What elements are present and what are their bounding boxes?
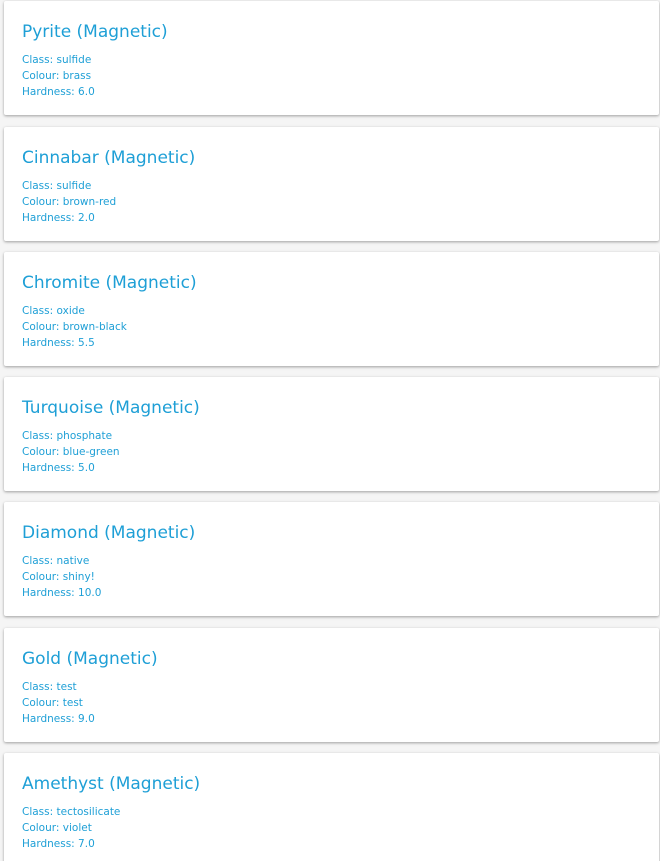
mineral-hardness: Hardness: 10.0 (22, 587, 102, 599)
mineral-card[interactable]: Gold (Magnetic) Class: test Colour: test… (4, 628, 659, 742)
mineral-class: Class: sulfide (22, 180, 92, 192)
mineral-colour: Colour: test (22, 697, 83, 709)
mineral-hardness: Hardness: 5.0 (22, 462, 95, 474)
mineral-card[interactable]: Chromite (Magnetic) Class: oxide Colour:… (4, 252, 659, 366)
mineral-colour: Colour: brown-red (22, 196, 117, 208)
mineral-card[interactable]: Amethyst (Magnetic) Class: tectosilicate… (4, 753, 659, 861)
mineral-title: Gold (Magnetic) (22, 649, 158, 669)
mineral-title: Turquoise (Magnetic) (22, 398, 200, 418)
mineral-card[interactable]: Diamond (Magnetic) Class: native Colour:… (4, 502, 659, 616)
mineral-class: Class: tectosilicate (22, 806, 121, 818)
mineral-colour: Colour: shiny! (22, 571, 95, 583)
mineral-hardness: Hardness: 5.5 (22, 337, 95, 349)
mineral-card[interactable]: Cinnabar (Magnetic) Class: sulfide Colou… (4, 127, 659, 241)
mineral-class: Class: sulfide (22, 54, 92, 66)
mineral-title: Amethyst (Magnetic) (22, 774, 201, 794)
mineral-hardness: Hardness: 9.0 (22, 713, 95, 725)
mineral-class: Class: phosphate (22, 430, 113, 442)
mineral-colour: Colour: violet (22, 822, 92, 834)
mineral-card-list: Pyrite (Magnetic) Class: sulfide Colour:… (0, 0, 660, 861)
mineral-card[interactable]: Turquoise (Magnetic) Class: phosphate Co… (4, 377, 659, 491)
mineral-colour: Colour: brass (22, 70, 92, 82)
mineral-title: Diamond (Magnetic) (22, 523, 196, 543)
mineral-colour: Colour: brown-black (22, 321, 127, 333)
mineral-card[interactable]: Pyrite (Magnetic) Class: sulfide Colour:… (4, 1, 659, 115)
mineral-title: Pyrite (Magnetic) (22, 22, 168, 42)
mineral-hardness: Hardness: 6.0 (22, 86, 95, 98)
mineral-class: Class: oxide (22, 305, 85, 317)
mineral-title: Cinnabar (Magnetic) (22, 148, 196, 168)
mineral-class: Class: native (22, 555, 90, 567)
mineral-class: Class: test (22, 681, 77, 693)
mineral-colour: Colour: blue-green (22, 446, 120, 458)
mineral-hardness: Hardness: 2.0 (22, 212, 95, 224)
mineral-title: Chromite (Magnetic) (22, 273, 197, 293)
mineral-hardness: Hardness: 7.0 (22, 838, 95, 850)
